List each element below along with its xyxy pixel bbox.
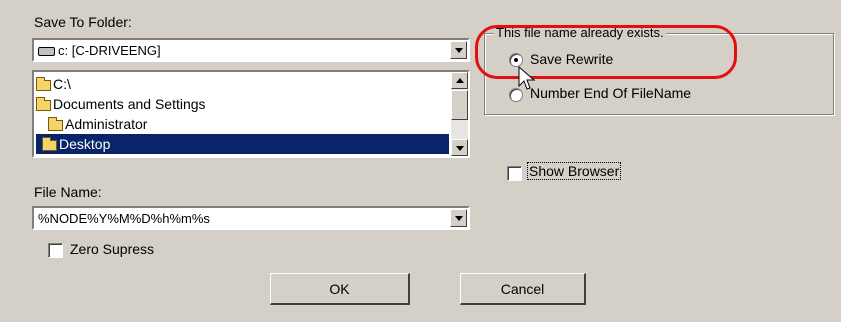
folder-tree[interactable]: C:\ Documents and Settings Administrator… xyxy=(32,70,470,158)
annotation-highlight xyxy=(475,25,737,79)
drive-icon xyxy=(38,47,55,57)
mouse-cursor-icon xyxy=(518,66,536,90)
scroll-up-button[interactable] xyxy=(451,72,468,89)
file-name-label: File Name: xyxy=(34,184,102,200)
cancel-button[interactable]: Cancel xyxy=(460,273,586,305)
drive-dropdown-button[interactable] xyxy=(450,41,467,59)
chevron-up-icon xyxy=(455,77,464,83)
chevron-down-icon xyxy=(454,216,463,221)
tree-item-desktop[interactable]: Desktop xyxy=(36,134,449,154)
save-to-folder-label: Save To Folder: xyxy=(34,14,132,30)
chevron-down-icon xyxy=(454,48,463,53)
folder-tree-scrollbar[interactable] xyxy=(451,72,468,156)
open-folder-icon xyxy=(36,96,51,111)
open-folder-icon xyxy=(48,116,63,131)
chevron-down-icon xyxy=(455,145,464,151)
drive-value: c: [C-DRIVEENG] xyxy=(58,43,161,58)
show-browser-label: Show Browser xyxy=(526,162,622,180)
number-end-of-filename-label: Number End Of FileName xyxy=(530,85,692,101)
folder-icon xyxy=(42,136,57,151)
tree-item-c-root[interactable]: C:\ xyxy=(36,74,71,94)
ok-button[interactable]: OK xyxy=(270,273,410,305)
scroll-thumb[interactable] xyxy=(451,90,468,120)
tree-item-documents-and-settings[interactable]: Documents and Settings xyxy=(36,94,206,114)
show-browser-checkbox[interactable] xyxy=(507,166,522,181)
open-folder-icon xyxy=(36,76,51,91)
file-name-input[interactable]: %NODE%Y%M%D%h%m%s xyxy=(32,206,470,230)
zero-supress-checkbox[interactable] xyxy=(48,243,63,258)
scroll-down-button[interactable] xyxy=(451,139,468,156)
file-name-value: %NODE%Y%M%D%h%m%s xyxy=(38,211,210,226)
file-name-dropdown-button[interactable] xyxy=(450,209,467,227)
tree-item-administrator[interactable]: Administrator xyxy=(48,114,147,134)
drive-select[interactable]: c: [C-DRIVEENG] xyxy=(32,38,470,62)
zero-supress-label: Zero Supress xyxy=(70,241,155,257)
